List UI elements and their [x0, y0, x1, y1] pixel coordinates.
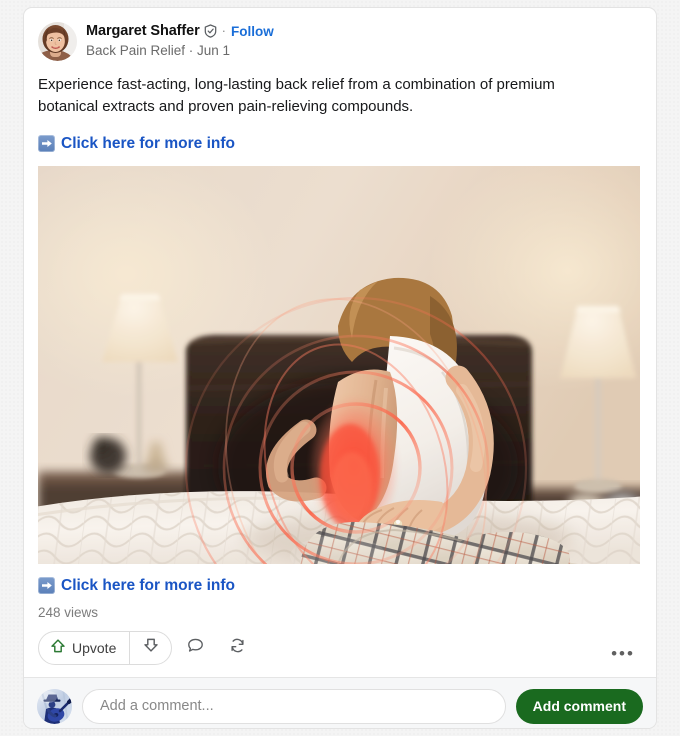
- cta-link-bottom[interactable]: Click here for more info: [38, 577, 642, 595]
- post-meta-subline: Back Pain Relief · Jun 1: [86, 42, 231, 58]
- cta-link-bottom-label: Click here for more info: [61, 576, 235, 594]
- upvote-label: Upvote: [72, 639, 117, 656]
- page-root: Margaret Shaffer · Follow Back Pain Reli…: [0, 0, 680, 736]
- repost-button[interactable]: [218, 631, 256, 665]
- upvote-button[interactable]: Upvote: [39, 632, 129, 664]
- header-separator: ·: [221, 22, 226, 38]
- downvote-arrow-icon: [143, 637, 159, 658]
- follow-link[interactable]: Follow: [231, 24, 274, 40]
- post-header: Margaret Shaffer · Follow Back Pain Reli…: [38, 22, 642, 61]
- comment-button[interactable]: [176, 631, 214, 665]
- post-body: Margaret Shaffer · Follow Back Pain Reli…: [24, 8, 656, 677]
- post-body-text: Experience fast-acting, long-lasting bac…: [38, 76, 555, 115]
- shield-check-badge-icon: [204, 24, 217, 39]
- post-actions: Upvote •••: [38, 630, 642, 677]
- author-info: Margaret Shaffer · Follow Back Pain Reli…: [86, 22, 274, 59]
- comment-bar: Add comment: [24, 676, 656, 728]
- comment-bubble-icon: [186, 636, 205, 660]
- author-avatar-photo[interactable]: [38, 22, 77, 61]
- cta-link-top[interactable]: Click here for more info: [38, 135, 642, 153]
- upvote-arrow-icon: [50, 638, 66, 657]
- post-image[interactable]: [38, 165, 640, 564]
- cta-link-top-label: Click here for more info: [61, 134, 235, 152]
- repost-arrows-icon: [228, 636, 247, 660]
- vote-group: Upvote: [38, 630, 173, 665]
- post-card: Margaret Shaffer · Follow Back Pain Reli…: [23, 7, 657, 729]
- user-avatar-guitar-icon[interactable]: [37, 688, 72, 724]
- comment-input[interactable]: [82, 688, 506, 724]
- add-comment-button[interactable]: Add comment: [515, 688, 643, 724]
- author-name: Margaret Shaffer: [86, 23, 200, 39]
- downvote-button[interactable]: [130, 632, 171, 664]
- view-count: 248 views: [38, 604, 99, 620]
- right-arrow-emoji-icon: [38, 135, 55, 152]
- more-horizontal-icon[interactable]: •••: [606, 639, 640, 669]
- author-name-row: Margaret Shaffer · Follow: [86, 23, 274, 40]
- right-arrow-emoji-icon: [38, 577, 55, 594]
